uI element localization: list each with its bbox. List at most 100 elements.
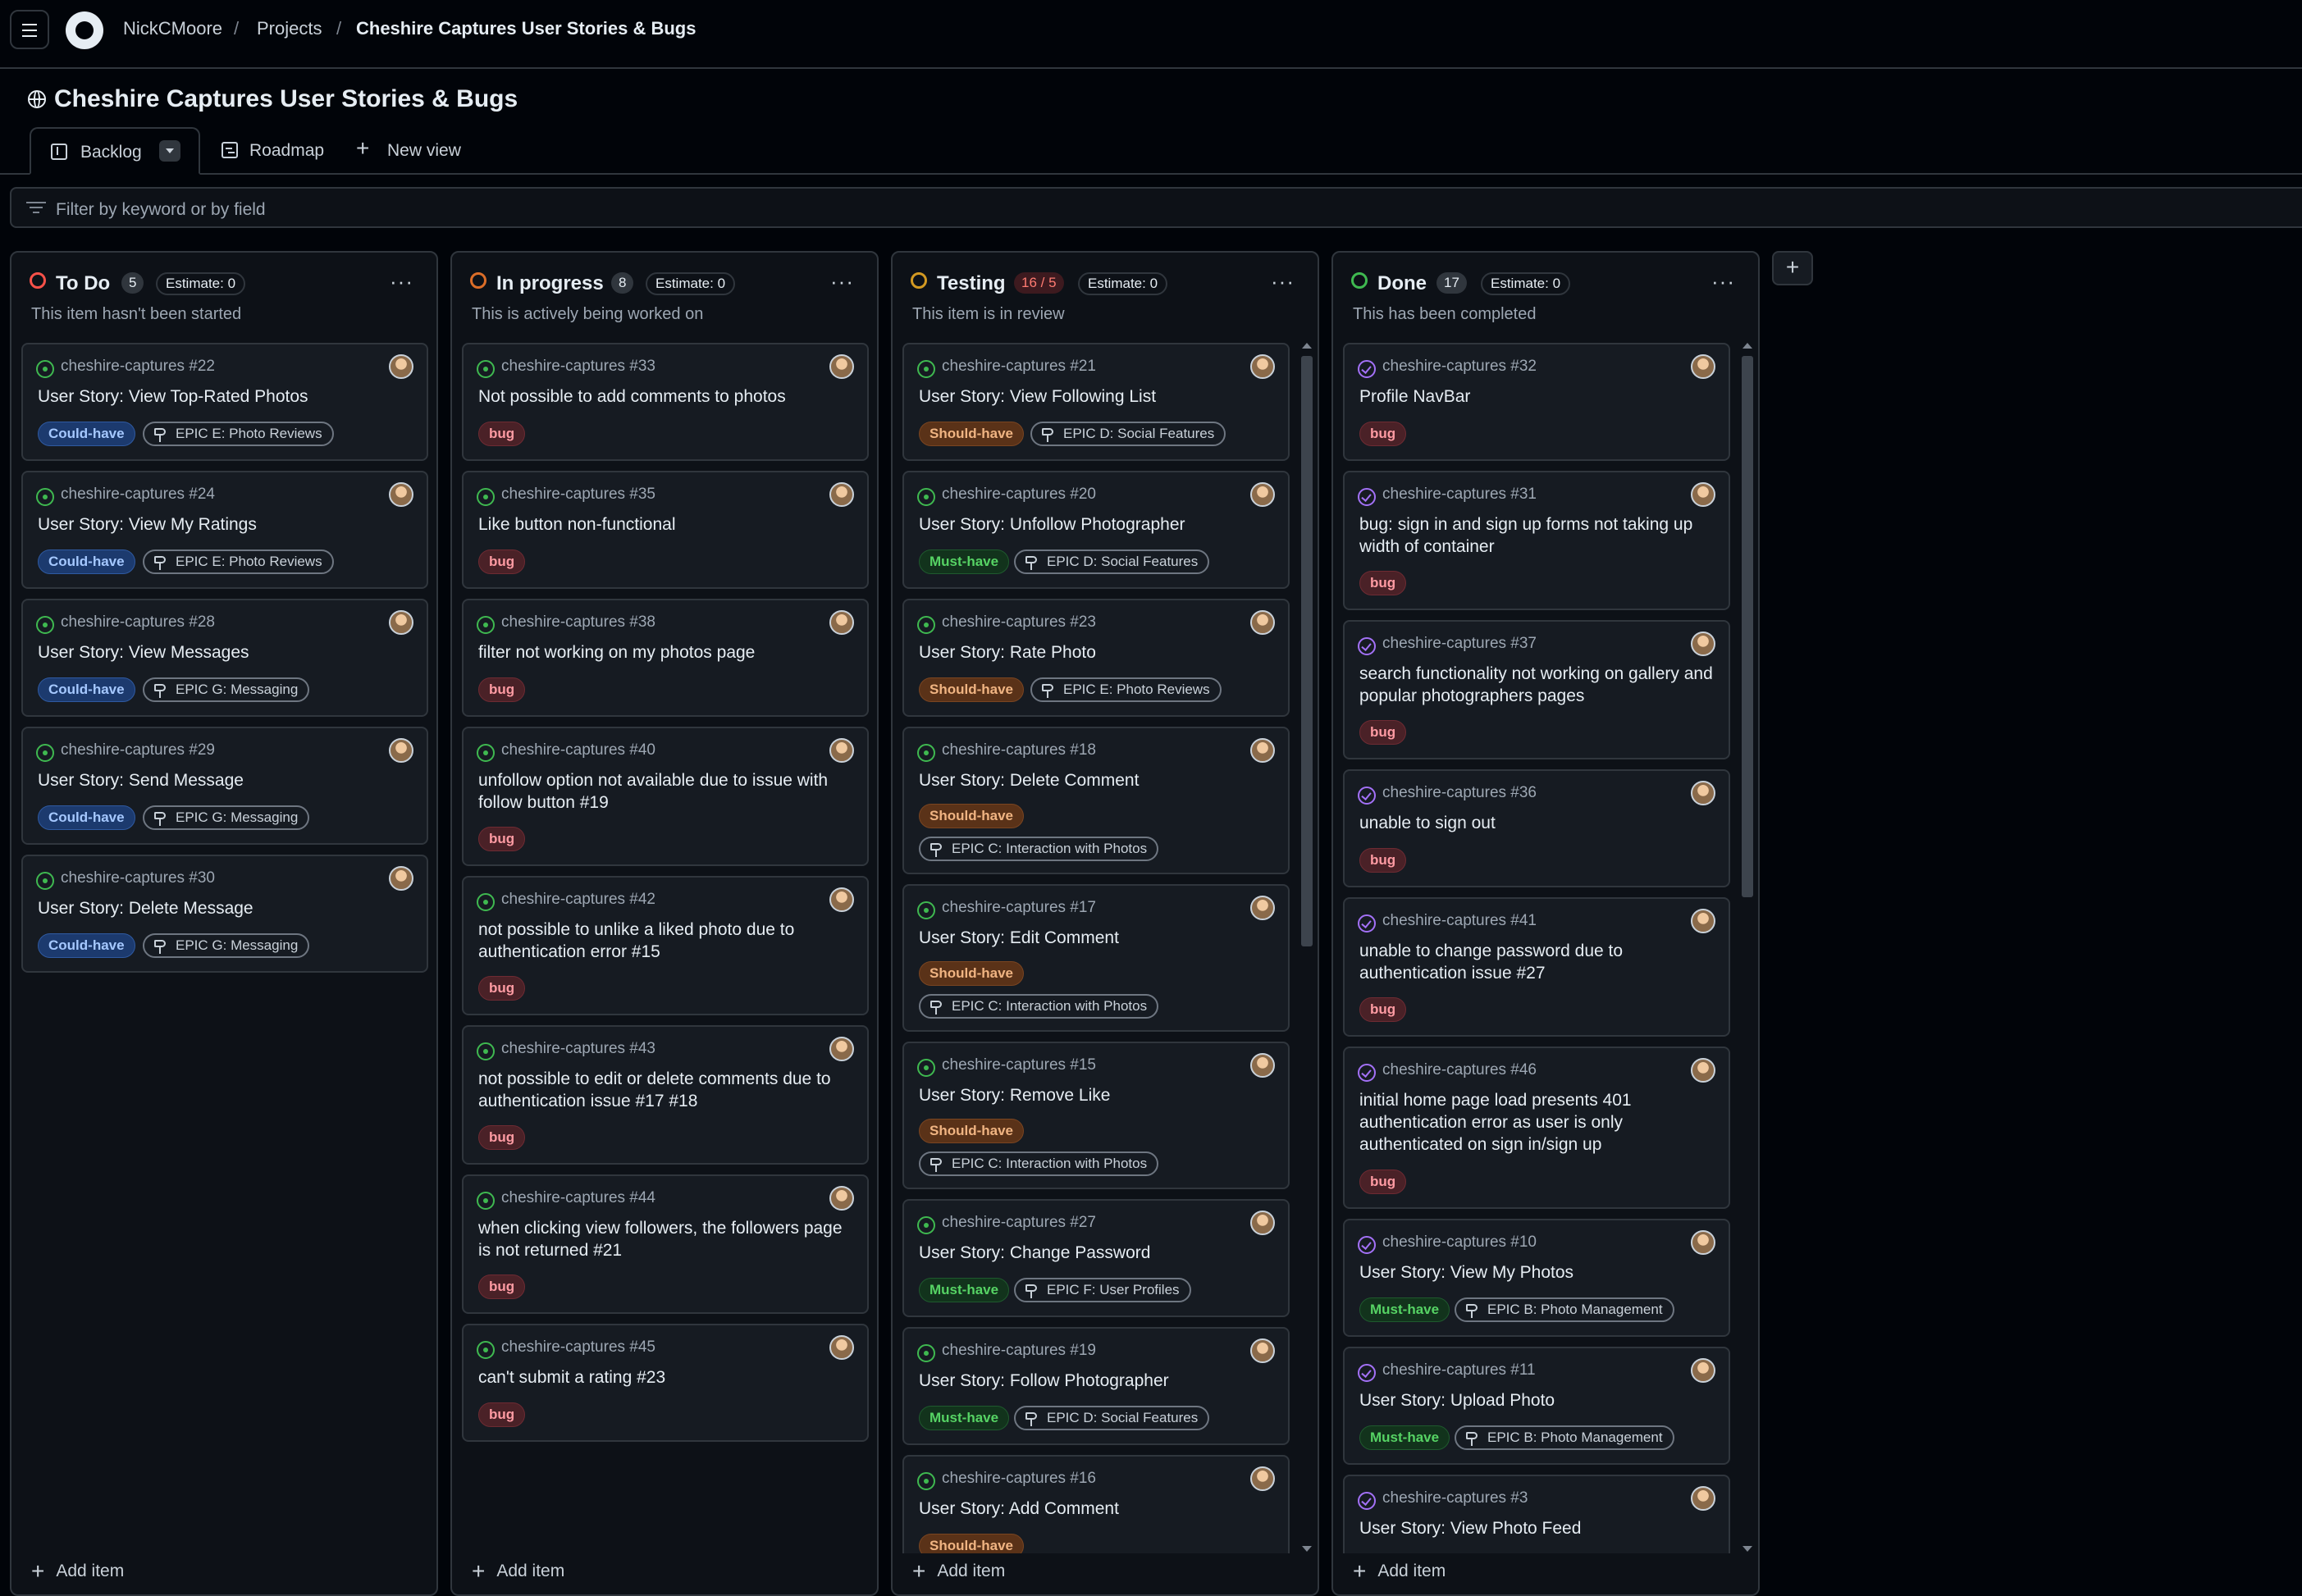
card-issue-17[interactable]: cheshire-captures #17 User Story: Edit C… <box>902 884 1290 1032</box>
bug-label[interactable]: bug <box>1359 1170 1407 1194</box>
new-view-button[interactable]: + New view <box>356 127 487 173</box>
card-issue-44[interactable]: cheshire-captures #44 when clicking view… <box>462 1174 869 1314</box>
epic-milestone[interactable]: EPIC F: User Profiles <box>1014 1278 1191 1302</box>
priority-label[interactable]: Must-have <box>1359 1297 1450 1322</box>
scroll-down-arrow-icon[interactable] <box>1302 1546 1312 1552</box>
card-title[interactable]: User Story: View Top-Rated Photos <box>38 385 407 408</box>
priority-label[interactable]: Must-have <box>919 1278 1010 1302</box>
avatar[interactable] <box>1250 1466 1275 1491</box>
card-issue-24[interactable]: cheshire-captures #24 User Story: View M… <box>21 471 428 589</box>
issue-ref[interactable]: cheshire-captures #42 <box>501 891 655 909</box>
epic-milestone[interactable]: EPIC D: Social Features <box>1014 1406 1210 1430</box>
issue-ref[interactable]: cheshire-captures #3 <box>1382 1489 1528 1507</box>
card-issue-43[interactable]: cheshire-captures #43 not possible to ed… <box>462 1025 869 1165</box>
card-issue-23[interactable]: cheshire-captures #23 User Story: Rate P… <box>902 599 1290 717</box>
breadcrumb-owner[interactable]: NickCMoore <box>123 18 222 39</box>
issue-ref[interactable]: cheshire-captures #29 <box>61 741 215 759</box>
card-issue-38[interactable]: cheshire-captures #38 filter not working… <box>462 599 869 717</box>
card-title[interactable]: unable to change password due to authent… <box>1359 940 1688 984</box>
epic-milestone[interactable]: EPIC G: Messaging <box>143 805 310 830</box>
priority-label[interactable]: Could-have <box>38 549 135 574</box>
priority-label[interactable]: Should-have <box>919 677 1025 702</box>
avatar[interactable] <box>829 887 854 912</box>
avatar[interactable] <box>1691 1230 1715 1255</box>
card-issue-27[interactable]: cheshire-captures #27 User Story: Change… <box>902 1199 1290 1317</box>
avatar[interactable] <box>829 1037 854 1061</box>
bug-label[interactable]: bug <box>478 549 526 574</box>
bug-label[interactable]: bug <box>478 677 526 702</box>
issue-ref[interactable]: cheshire-captures #30 <box>61 869 215 887</box>
issue-ref[interactable]: cheshire-captures #23 <box>942 613 1096 632</box>
issue-ref[interactable]: cheshire-captures #45 <box>501 1338 655 1357</box>
card-title[interactable]: not possible to unlike a liked photo due… <box>478 919 847 963</box>
card-issue-36[interactable]: cheshire-captures #36 unable to sign out… <box>1343 769 1730 887</box>
avatar[interactable] <box>389 482 413 507</box>
avatar[interactable] <box>1691 632 1715 656</box>
scroll-up-arrow-icon[interactable] <box>1742 343 1752 349</box>
avatar[interactable] <box>829 1335 854 1360</box>
card-issue-45[interactable]: cheshire-captures #45 can't submit a rat… <box>462 1324 869 1442</box>
issue-ref[interactable]: cheshire-captures #27 <box>942 1214 1096 1232</box>
avatar[interactable] <box>829 610 854 635</box>
priority-label[interactable]: Must-have <box>1359 1425 1450 1450</box>
epic-milestone[interactable]: EPIC G: Messaging <box>143 677 310 702</box>
avatar[interactable] <box>1250 354 1275 379</box>
card-issue-28[interactable]: cheshire-captures #28 User Story: View M… <box>21 599 428 717</box>
breadcrumb-project[interactable]: Cheshire Captures User Stories & Bugs <box>356 18 696 39</box>
card-issue-46[interactable]: cheshire-captures #46 initial home page … <box>1343 1047 1730 1209</box>
card-title[interactable]: Not possible to add comments to photos <box>478 385 847 408</box>
add-item-button[interactable]: + Add item <box>1353 1558 1446 1585</box>
avatar[interactable] <box>389 610 413 635</box>
priority-label[interactable]: Could-have <box>38 933 135 958</box>
avatar[interactable] <box>1691 909 1715 933</box>
card-issue-41[interactable]: cheshire-captures #41 unable to change p… <box>1343 897 1730 1037</box>
card-title[interactable]: User Story: View My Ratings <box>38 513 407 536</box>
avatar[interactable] <box>1250 482 1275 507</box>
avatar[interactable] <box>829 738 854 763</box>
priority-label[interactable]: Must-have <box>919 549 1010 574</box>
avatar[interactable] <box>1250 1338 1275 1363</box>
issue-ref[interactable]: cheshire-captures #28 <box>61 613 215 632</box>
epic-milestone[interactable]: EPIC C: Interaction with Photos <box>919 837 1159 861</box>
issue-ref[interactable]: cheshire-captures #40 <box>501 741 655 759</box>
epic-milestone[interactable]: EPIC C: Interaction with Photos <box>919 994 1159 1019</box>
avatar[interactable] <box>1250 1053 1275 1078</box>
bug-label[interactable]: bug <box>1359 422 1407 446</box>
bug-label[interactable]: bug <box>478 1125 526 1150</box>
card-title[interactable]: User Story: Remove Like <box>919 1084 1288 1106</box>
avatar[interactable] <box>1691 781 1715 805</box>
card-title[interactable]: Profile NavBar <box>1359 385 1729 408</box>
issue-ref[interactable]: cheshire-captures #35 <box>501 486 655 504</box>
issue-ref[interactable]: cheshire-captures #10 <box>1382 1233 1537 1252</box>
priority-label[interactable]: Could-have <box>38 677 135 702</box>
card-issue-21[interactable]: cheshire-captures #21 User Story: View F… <box>902 343 1290 461</box>
issue-ref[interactable]: cheshire-captures #18 <box>942 741 1096 759</box>
priority-label[interactable]: Could-have <box>38 805 135 830</box>
issue-ref[interactable]: cheshire-captures #37 <box>1382 635 1537 653</box>
card-issue-31[interactable]: cheshire-captures #31 bug: sign in and s… <box>1343 471 1730 610</box>
card-title[interactable]: User Story: View Photo Feed <box>1359 1517 1729 1539</box>
card-issue-40[interactable]: cheshire-captures #40 unfollow option no… <box>462 727 869 866</box>
add-column-button[interactable]: + <box>1772 251 1813 285</box>
card-issue-42[interactable]: cheshire-captures #42 not possible to un… <box>462 876 869 1015</box>
priority-label[interactable]: Should-have <box>919 422 1025 446</box>
bug-label[interactable]: bug <box>478 976 526 1001</box>
tab-backlog[interactable]: Backlog <box>30 127 200 175</box>
avatar[interactable] <box>829 482 854 507</box>
card-title[interactable]: User Story: Unfollow Photographer <box>919 513 1288 536</box>
issue-ref[interactable]: cheshire-captures #31 <box>1382 486 1537 504</box>
scroll-up-arrow-icon[interactable] <box>1302 343 1312 349</box>
issue-ref[interactable]: cheshire-captures #32 <box>1382 358 1537 376</box>
card-title[interactable]: User Story: Change Password <box>919 1242 1288 1264</box>
avatar[interactable] <box>1250 738 1275 763</box>
avatar[interactable] <box>1691 1358 1715 1383</box>
card-issue-37[interactable]: cheshire-captures #37 search functionali… <box>1343 620 1730 759</box>
card-issue-3[interactable]: cheshire-captures #3 User Story: View Ph… <box>1343 1475 1730 1553</box>
card-title[interactable]: initial home page load presents 401 auth… <box>1359 1089 1655 1156</box>
issue-ref[interactable]: cheshire-captures #19 <box>942 1342 1096 1360</box>
avatar[interactable] <box>389 738 413 763</box>
issue-ref[interactable]: cheshire-captures #15 <box>942 1056 1096 1074</box>
epic-milestone[interactable]: EPIC D: Social Features <box>1014 549 1210 574</box>
issue-ref[interactable]: cheshire-captures #22 <box>61 358 215 376</box>
add-item-button[interactable]: + Add item <box>472 1558 564 1585</box>
